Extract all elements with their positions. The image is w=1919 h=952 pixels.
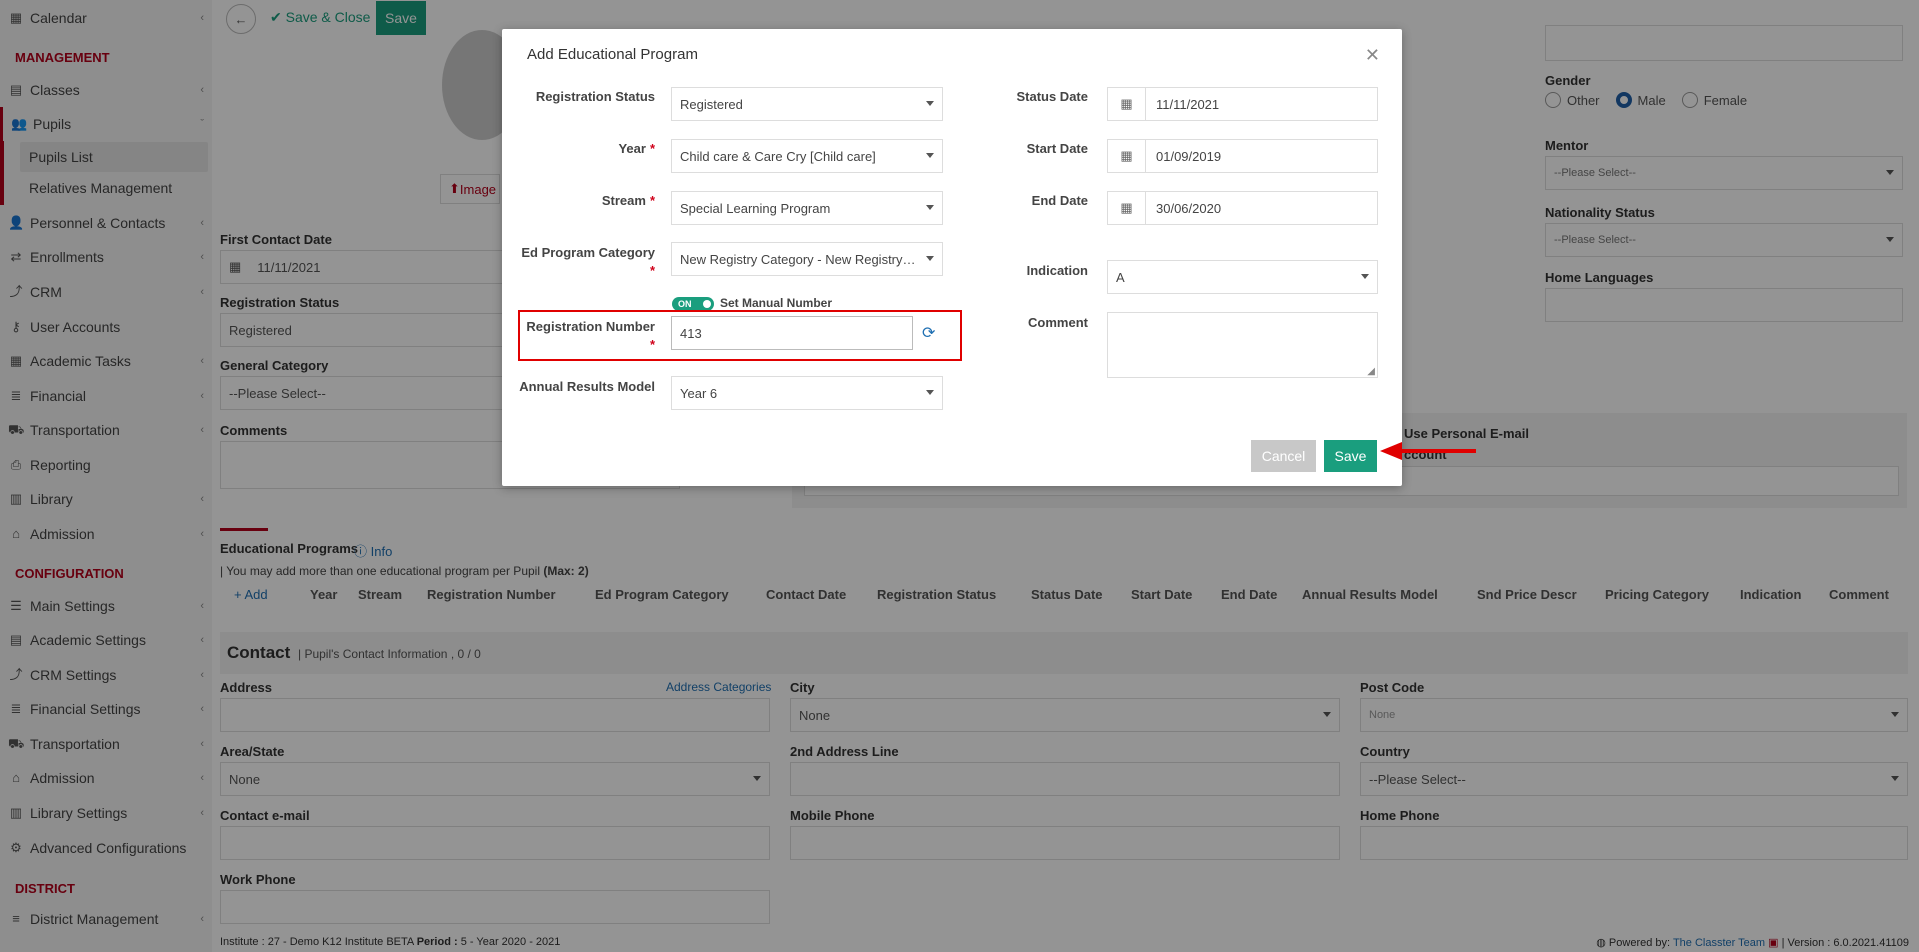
- modal-reg-number-input[interactable]: 413: [671, 316, 913, 350]
- caret-down-icon: [1361, 274, 1369, 279]
- toggle-knob: [703, 300, 711, 308]
- manual-number-label: Set Manual Number: [720, 296, 833, 310]
- calendar-icon: ▦: [1108, 88, 1146, 120]
- modal-stream-label: Stream *: [601, 193, 655, 208]
- calendar-icon: ▦: [1108, 140, 1146, 172]
- modal-year-select[interactable]: Child care & Care Cry [Child care]: [671, 139, 943, 173]
- modal-start-date-field[interactable]: ▦ 01/09/2019: [1107, 139, 1378, 173]
- resize-handle-icon[interactable]: ◢: [1367, 366, 1375, 377]
- modal-title: Add Educational Program: [527, 46, 698, 63]
- modal-start-date-label: Start Date: [1026, 141, 1088, 156]
- caret-down-icon: [926, 101, 934, 106]
- calendar-icon: ▦: [1108, 192, 1146, 224]
- caret-down-icon: [926, 256, 934, 261]
- modal-category-select[interactable]: New Registry Category - New Registry Cat…: [671, 242, 943, 276]
- caret-down-icon: [926, 153, 934, 158]
- modal-end-date-field[interactable]: ▦ 30/06/2020: [1107, 191, 1378, 225]
- modal-category-label: Ed Program Category: [521, 245, 655, 260]
- red-arrow-annotation: [1380, 442, 1476, 460]
- modal-comment-label: Comment: [1028, 315, 1088, 330]
- modal-reg-status-select[interactable]: Registered: [671, 87, 943, 121]
- caret-down-icon: [926, 205, 934, 210]
- modal-status-date-label: Status Date: [1016, 89, 1088, 104]
- modal-reg-status-label: Registration Status: [535, 89, 655, 104]
- modal-cancel-button[interactable]: Cancel: [1251, 440, 1316, 472]
- modal-status-date-field[interactable]: ▦ 11/11/2021: [1107, 87, 1378, 121]
- modal-indication-select[interactable]: A: [1107, 260, 1378, 294]
- modal-category-required: *: [649, 263, 655, 278]
- modal-stream-select[interactable]: Special Learning Program: [671, 191, 943, 225]
- modal-save-button[interactable]: Save: [1324, 440, 1377, 472]
- modal-end-date-label: End Date: [1031, 193, 1088, 208]
- manual-number-toggle[interactable]: ON: [672, 297, 714, 311]
- arrow-head: [1380, 442, 1402, 460]
- modal-annual-select[interactable]: Year 6: [671, 376, 943, 410]
- modal-annual-label: Annual Results Model: [519, 379, 655, 394]
- add-edu-program-modal: Add Educational Program ✕ Registration S…: [502, 29, 1402, 486]
- close-icon[interactable]: ✕: [1365, 45, 1380, 66]
- caret-down-icon: [926, 390, 934, 395]
- modal-indication-label: Indication: [1026, 263, 1088, 278]
- modal-comment-textarea[interactable]: ◢: [1107, 312, 1378, 378]
- refresh-icon[interactable]: ⟳: [922, 323, 935, 343]
- modal-year-label: Year *: [618, 141, 655, 156]
- modal-reg-number-required: *: [649, 337, 655, 352]
- modal-reg-number-label: Registration Number: [526, 319, 655, 334]
